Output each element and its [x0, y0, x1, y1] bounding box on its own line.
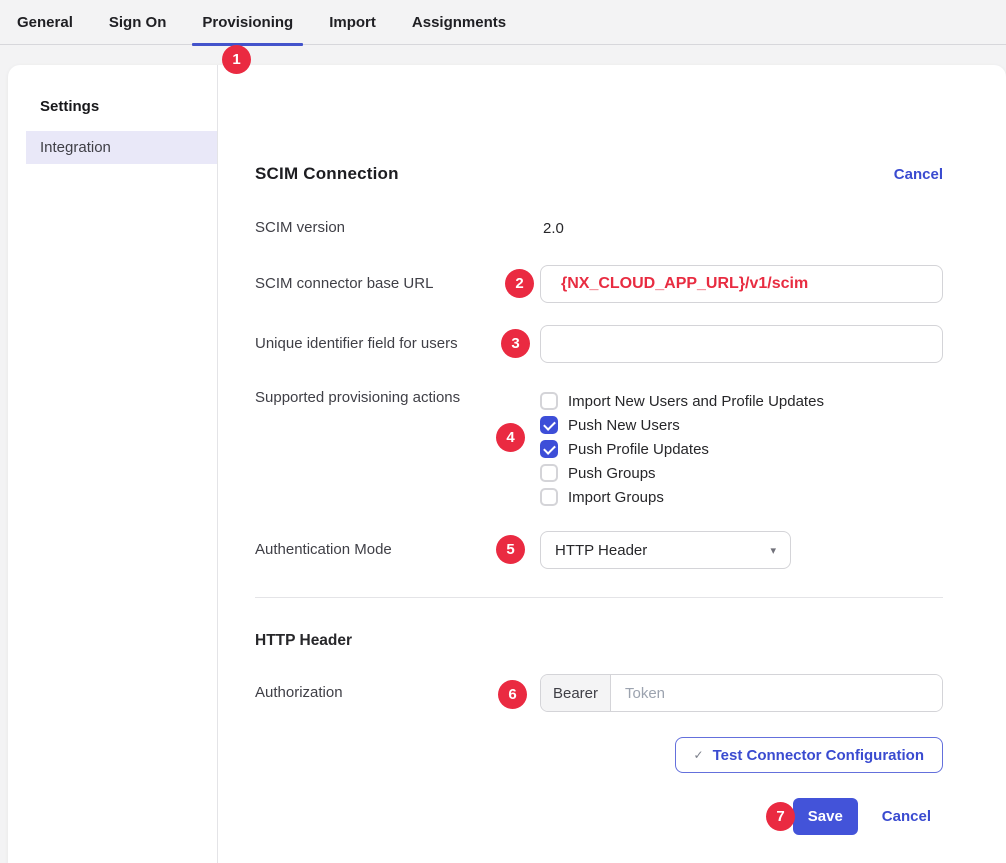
- tab-sign-on[interactable]: Sign On: [109, 0, 167, 45]
- section-divider: [255, 597, 943, 598]
- scim-version-label: SCIM version: [255, 219, 540, 237]
- scim-form: SCIM Connection Cancel SCIM version 2.0 …: [218, 65, 1006, 863]
- annotation-badge-1: 1: [222, 45, 251, 74]
- annotation-badge-4: 4: [496, 423, 525, 452]
- checkbox-import-new-users[interactable]: [540, 392, 558, 410]
- provisioning-actions-label: Supported provisioning actions: [255, 389, 540, 407]
- checkbox-import-groups[interactable]: [540, 488, 558, 506]
- checkbox-row-import-groups[interactable]: Import Groups: [540, 485, 943, 509]
- bearer-prefix: Bearer: [541, 675, 611, 711]
- tab-provisioning[interactable]: Provisioning: [202, 0, 293, 45]
- test-connector-configuration-button[interactable]: ✓ Test Connector Configuration: [675, 737, 943, 773]
- annotation-badge-7: 7: [766, 802, 795, 831]
- sidebar-item-integration[interactable]: Integration: [26, 131, 217, 164]
- checkbox-label: Import New Users and Profile Updates: [568, 393, 824, 410]
- authorization-input-group: Bearer: [540, 674, 943, 712]
- settings-sidebar: Settings Integration: [8, 65, 218, 863]
- app-tabbar: General Sign On Provisioning Import Assi…: [0, 0, 1006, 45]
- auth-mode-selected-value: HTTP Header: [555, 542, 647, 559]
- save-button[interactable]: Save: [793, 798, 858, 835]
- checkbox-row-push-new-users[interactable]: Push New Users: [540, 413, 943, 437]
- checkbox-row-import-new-users[interactable]: Import New Users and Profile Updates: [540, 389, 943, 413]
- auth-mode-select[interactable]: HTTP Header ▾: [540, 531, 791, 569]
- checkbox-label: Import Groups: [568, 489, 664, 506]
- page-title: SCIM Connection: [255, 164, 399, 184]
- annotation-badge-5: 5: [496, 535, 525, 564]
- sidebar-heading: Settings: [8, 98, 217, 115]
- annotation-badge-3: 3: [501, 329, 530, 358]
- authorization-label: Authorization: [255, 674, 540, 702]
- unique-identifier-label: Unique identifier field for users: [255, 325, 540, 353]
- scim-version-value: 2.0: [540, 220, 943, 237]
- checkbox-push-new-users[interactable]: [540, 416, 558, 434]
- annotation-badge-2: 2: [505, 269, 534, 298]
- checkbox-push-profile-updates[interactable]: [540, 440, 558, 458]
- tab-import[interactable]: Import: [329, 0, 376, 45]
- chevron-down-icon: ▾: [770, 544, 776, 557]
- checkbox-row-push-profile-updates[interactable]: Push Profile Updates: [540, 437, 943, 461]
- checkbox-label: Push Groups: [568, 465, 656, 482]
- base-url-label: SCIM connector base URL: [255, 265, 540, 293]
- checkbox-label: Push New Users: [568, 417, 680, 434]
- content-panel: Settings Integration SCIM Connection Can…: [8, 65, 1006, 863]
- cancel-link-top[interactable]: Cancel: [894, 166, 943, 183]
- tab-general[interactable]: General: [17, 0, 73, 45]
- token-input[interactable]: [611, 675, 942, 711]
- http-header-heading: HTTP Header: [255, 632, 943, 650]
- annotation-badge-6: 6: [498, 680, 527, 709]
- check-icon: ✓: [694, 748, 704, 762]
- checkbox-label: Push Profile Updates: [568, 441, 709, 458]
- cancel-link-bottom[interactable]: Cancel: [882, 808, 931, 825]
- tab-assignments[interactable]: Assignments: [412, 0, 506, 45]
- test-button-label: Test Connector Configuration: [713, 747, 924, 764]
- checkbox-push-groups[interactable]: [540, 464, 558, 482]
- checkbox-row-push-groups[interactable]: Push Groups: [540, 461, 943, 485]
- unique-identifier-input[interactable]: [540, 325, 943, 363]
- base-url-input[interactable]: [540, 265, 943, 303]
